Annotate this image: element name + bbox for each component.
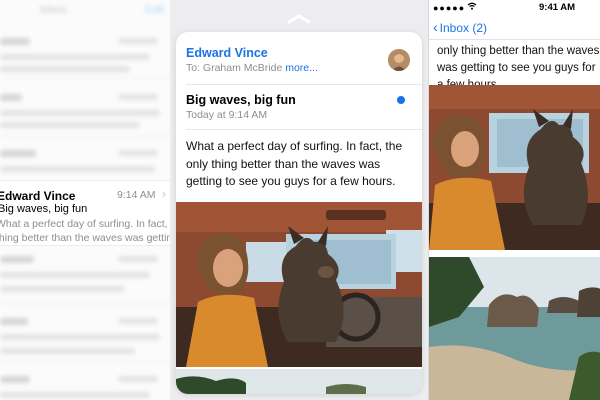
message-body: What a perfect day of surfing. In fact, … <box>186 139 403 188</box>
list-item[interactable] <box>0 20 170 78</box>
list-item[interactable] <box>0 362 170 400</box>
attached-photo-landscape[interactable] <box>429 257 600 400</box>
chevron-right-icon: › <box>162 187 166 201</box>
navigation-bar: ‹ Inbox (2) <box>429 14 600 40</box>
list-item[interactable] <box>0 304 170 362</box>
message-time: 9:14 AM <box>117 189 156 201</box>
sender-name[interactable]: Edward Vince <box>186 46 268 60</box>
more-recipients-link[interactable]: more... <box>285 62 318 74</box>
message-preview-line2: thing better than the waves was getting … <box>0 232 170 244</box>
message-preview-card[interactable]: Edward Vince To: Graham McBride more... … <box>176 32 422 394</box>
attached-photo-car-dog[interactable] <box>429 85 600 250</box>
inbox-list-blurred-top: Inbox Edit <box>0 0 170 194</box>
peek-preview-panel: Edward Vince To: Graham McBride more... … <box>170 0 428 400</box>
chevron-left-icon: ‹ <box>433 19 438 35</box>
attached-photo-car-dog[interactable] <box>176 202 422 367</box>
wifi-icon <box>467 2 477 10</box>
inbox-list-blurred-bottom <box>0 246 170 400</box>
message-row-edward-vince[interactable]: Edward Vince 9:14 AM › Big waves, big fu… <box>0 180 170 246</box>
recipients-line: To: Graham McBride more... <box>186 62 318 74</box>
signal-strength-icon: ●●●●● <box>433 3 466 13</box>
divider <box>186 84 422 85</box>
message-subject: Big waves, big fun <box>0 203 88 215</box>
avatar <box>388 49 410 71</box>
inbox-list-panel: Inbox Edit Edward Vince 9:14 AM › Big wa… <box>0 0 170 400</box>
back-label: Inbox (2) <box>439 21 488 35</box>
message-date: Today at 9:14 AM <box>186 109 268 121</box>
message-detail-panel: ●●●●● 9:41 AM ‹ Inbox (2) only thing bett… <box>428 0 600 400</box>
status-time: 9:41 AM <box>539 2 576 13</box>
divider <box>186 129 422 130</box>
unread-dot-icon <box>397 96 405 104</box>
message-subject: Big waves, big fun <box>186 93 296 107</box>
attached-photo-landscape[interactable] <box>176 369 422 394</box>
back-to-inbox-button[interactable]: ‹ Inbox (2) <box>433 19 487 35</box>
edit-button-blurred[interactable]: Edit <box>145 4 164 16</box>
chevron-up-icon[interactable] <box>286 13 312 25</box>
message-sender: Edward Vince <box>0 189 76 203</box>
inbox-title-blurred: Inbox <box>40 4 67 16</box>
status-bar: ●●●●● 9:41 AM <box>429 0 600 14</box>
message-preview-line1: What a perfect day of surfing. In fact, … <box>0 218 170 230</box>
recipient-label: To: Graham McBride <box>186 62 283 74</box>
list-item[interactable] <box>0 246 170 304</box>
list-item[interactable] <box>0 78 170 136</box>
